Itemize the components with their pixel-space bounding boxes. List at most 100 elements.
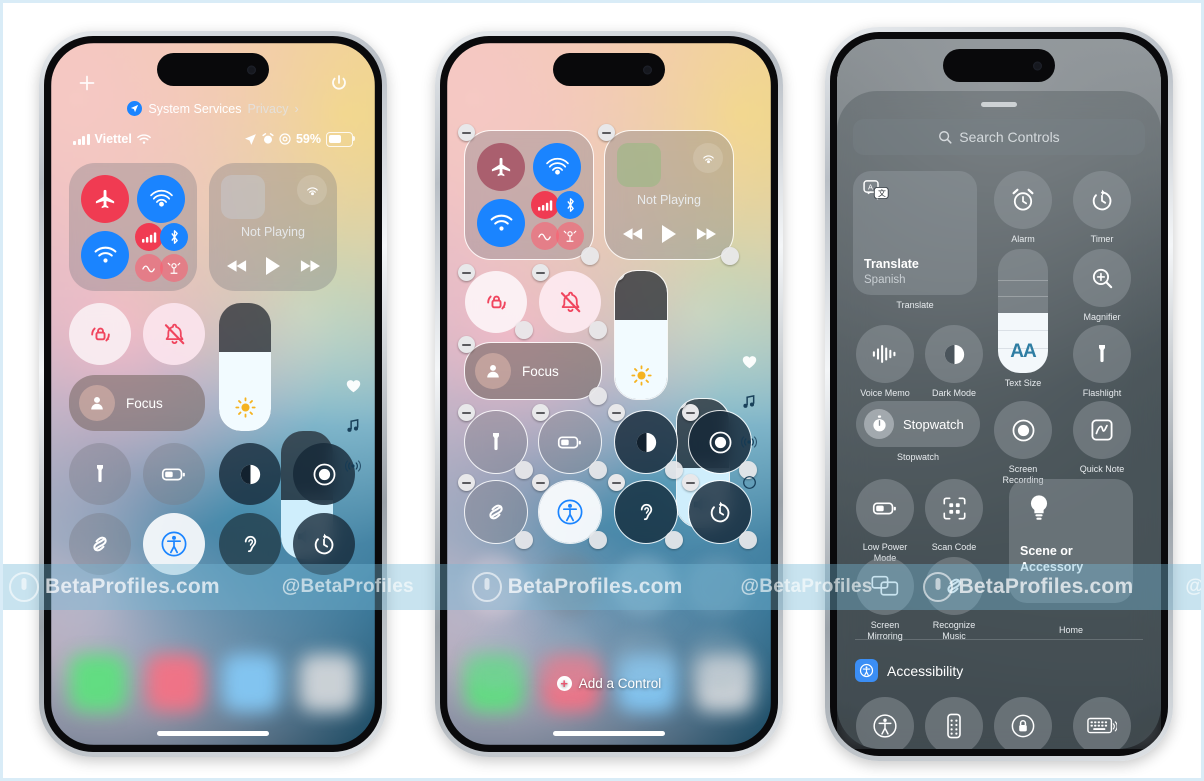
screen-mirroring-icon[interactable] [856,557,914,615]
resize-handle-icon[interactable] [665,531,683,549]
gallery-item-guided-access[interactable] [994,697,1052,749]
fast-forward-icon[interactable] [695,227,716,241]
wifi-icon[interactable] [477,199,525,247]
minus-badge-icon[interactable] [532,474,549,491]
rewind-icon[interactable] [622,227,644,241]
play-icon[interactable] [661,225,677,243]
cellular-data-icon[interactable] [135,223,163,251]
text-size-icon[interactable]: AA [998,249,1048,373]
shazam-toggle[interactable] [458,474,533,549]
minus-badge-icon[interactable] [608,474,625,491]
hearing-toggle[interactable] [608,474,683,549]
gallery-item-low-power-mode[interactable]: Low Power Mode [856,479,914,563]
low-power-mode-toggle[interactable] [532,404,607,479]
resize-handle-icon[interactable] [581,247,599,265]
media-playback-group[interactable]: Not Playing [598,124,739,265]
low-power-mode-toggle[interactable] [143,443,205,505]
airplay-audio-icon[interactable] [297,175,327,205]
scan-code-icon[interactable] [925,479,983,537]
rotation-lock-toggle[interactable] [69,303,131,365]
remote-icon[interactable] [925,697,983,749]
screen-record-icon[interactable] [994,401,1052,459]
home-indicator[interactable] [157,731,269,736]
accessibility-toggle[interactable] [143,513,205,575]
media-playback-group[interactable]: Not Playing [209,163,337,291]
resize-handle-icon[interactable] [515,531,533,549]
resize-handle-icon[interactable] [589,321,607,339]
gallery-item-screen-mirroring[interactable]: Screen Mirroring [856,557,914,641]
minus-badge-icon[interactable] [458,124,475,141]
gallery-item-scan-code[interactable]: Scan Code [925,479,983,553]
minus-badge-icon[interactable] [615,271,625,281]
gallery-item-magnifier[interactable]: Magnifier [1073,249,1131,323]
satellite-icon[interactable] [160,254,188,282]
hearing-toggle[interactable] [219,513,281,575]
minus-badge-icon[interactable] [458,404,475,421]
magnifier-icon[interactable] [1073,249,1131,307]
bluetooth-icon[interactable] [160,223,188,251]
flashlight-icon[interactable] [1073,325,1131,383]
gallery-item-translate[interactable]: A文 Translate Spanish Translate [853,171,977,311]
gallery-item-keyboard[interactable] [1073,697,1131,749]
dark-mode-toggle[interactable] [608,404,683,479]
gallery-item-alarm[interactable]: Alarm [994,171,1052,245]
silent-mode-toggle[interactable] [143,303,205,365]
bluetooth-icon[interactable] [556,191,584,219]
gallery-item-stopwatch[interactable]: Stopwatch Stopwatch [856,401,980,463]
resize-handle-icon[interactable] [739,531,757,549]
minus-badge-icon[interactable] [598,124,615,141]
power-icon[interactable] [329,73,349,93]
connectivity-group[interactable] [69,163,197,291]
minus-badge-icon[interactable] [532,404,549,421]
translate-widget[interactable]: A文 Translate Spanish [853,171,977,295]
satellite-icon[interactable] [556,222,584,250]
gallery-item-home[interactable]: Scene or Accessory Home [1009,479,1133,636]
resize-handle-icon[interactable] [721,247,739,265]
gallery-item-recognize-music[interactable]: Recognize Music [925,557,983,641]
timer-icon[interactable] [1073,171,1131,229]
minus-badge-icon[interactable] [608,404,625,421]
resize-handle-icon[interactable] [589,461,607,479]
alarm-clock-icon[interactable] [994,171,1052,229]
cellular-data-icon[interactable] [531,191,559,219]
lock-circle-icon[interactable] [994,697,1052,749]
play-icon[interactable] [265,257,281,275]
low-power-battery-icon[interactable] [856,479,914,537]
fast-forward-icon[interactable] [299,259,320,273]
rotation-lock-toggle[interactable] [458,264,533,339]
gallery-item-assistive-access[interactable] [925,697,983,749]
focus-toggle[interactable]: Focus [69,375,205,431]
flashlight-toggle[interactable] [69,443,131,505]
home-widget[interactable]: Scene or Accessory [1009,479,1133,603]
minus-badge-icon[interactable] [458,264,475,281]
minus-badge-icon[interactable] [682,474,699,491]
vpn-icon[interactable] [531,222,559,250]
privacy-link[interactable]: Privacy [247,102,288,116]
gallery-item-dark-mode[interactable]: Dark Mode [925,325,983,399]
home-indicator[interactable] [553,731,665,736]
minus-badge-icon[interactable] [682,404,699,421]
stopwatch-widget[interactable]: Stopwatch [856,401,980,447]
gallery-item-voice-memo[interactable]: Voice Memo [856,325,914,399]
brightness-slider[interactable] [614,270,668,400]
minus-badge-icon[interactable] [458,474,475,491]
quick-note-icon[interactable] [1073,401,1131,459]
minus-badge-icon[interactable] [532,264,549,281]
search-controls-input[interactable]: Search Controls [853,119,1145,155]
vpn-icon[interactable] [135,254,163,282]
dark-mode-toggle[interactable] [219,443,281,505]
silent-mode-toggle[interactable] [532,264,607,339]
gallery-item-timer[interactable]: Timer [1073,171,1131,245]
gallery-item-quick-note[interactable]: Quick Note [1073,401,1131,475]
rewind-icon[interactable] [226,259,248,273]
gallery-item-flashlight[interactable]: Flashlight [1073,325,1131,399]
focus-toggle[interactable]: Focus [458,336,607,405]
plus-icon[interactable] [77,73,97,93]
dark-mode-icon[interactable] [925,325,983,383]
shazam-icon[interactable] [925,557,983,615]
accessibility-toggle[interactable] [532,474,607,549]
voice-memo-icon[interactable] [856,325,914,383]
gallery-item-accessibility-shortcuts[interactable] [856,697,914,749]
brightness-slider[interactable] [219,303,271,431]
airdrop-icon[interactable] [533,143,581,191]
